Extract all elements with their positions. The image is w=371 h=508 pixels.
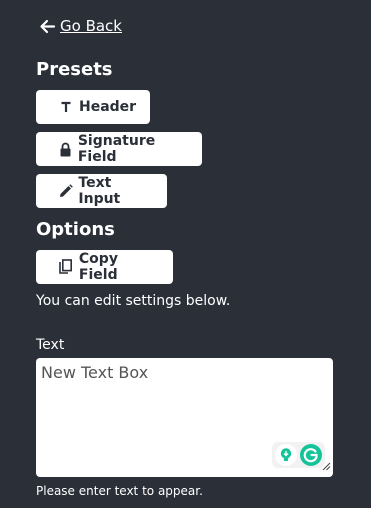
text-t-icon	[58, 99, 74, 115]
text-field-label: Text	[36, 337, 65, 353]
grammarly-widget	[272, 442, 325, 468]
preset-header-label: Header	[79, 99, 137, 115]
grammarly-icon[interactable]	[300, 444, 322, 466]
go-back-link[interactable]: Go Back	[39, 17, 122, 35]
preset-header-button[interactable]: Header	[36, 90, 150, 124]
go-back-label[interactable]: Go Back	[60, 17, 122, 35]
copy-field-label: Copy Field	[78, 251, 118, 283]
copy-icon	[58, 259, 74, 275]
preset-signature-field-label: Signature Field	[77, 133, 156, 165]
options-heading: Options	[36, 219, 115, 240]
options-helper-text: You can edit settings below.	[36, 293, 231, 309]
preset-text-input-label: Text Input	[78, 175, 121, 207]
pencil-icon	[58, 183, 73, 199]
resize-handle-icon[interactable]	[322, 456, 331, 475]
lightbulb-icon[interactable]	[275, 444, 297, 466]
settings-panel: Go Back Presets Header Signature Field T…	[0, 0, 371, 508]
preset-signature-field-button[interactable]: Signature Field	[36, 132, 202, 166]
text-field-container: New Text Box	[36, 358, 333, 477]
preset-text-input-button[interactable]: Text Input	[36, 174, 167, 208]
text-field-hint: Please enter text to appear.	[36, 484, 203, 498]
lock-icon	[58, 141, 73, 157]
presets-heading: Presets	[36, 59, 113, 80]
copy-field-button[interactable]: Copy Field	[36, 250, 173, 284]
arrow-left-icon	[39, 18, 56, 35]
